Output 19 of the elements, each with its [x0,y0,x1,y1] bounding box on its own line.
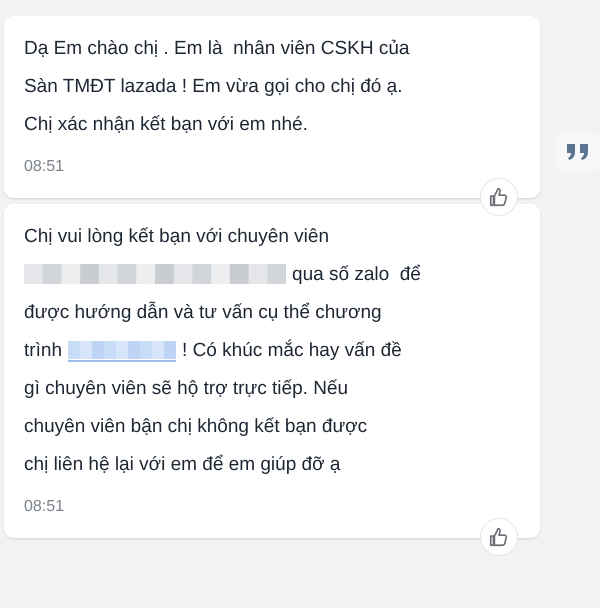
message-text: Chị vui lòng kết bạn với chuyên viên [24,225,330,249]
like-button[interactable] [480,518,518,556]
message-text: chuyên viên bận chị không kết bạn được [24,415,368,439]
message-text: ! Có khúc mắc hay vấn đề [182,338,402,363]
quote-button[interactable] [556,132,600,172]
message-text: được hướng dẫn và tư vấn cụ thể chương [24,300,382,325]
message-text: chị liên hệ lại với em để em giúp đỡ ạ [24,453,340,477]
message-text: Sàn TMĐT lazada ! Em vừa gọi cho chị đó ạ. [24,75,402,99]
like-button[interactable] [480,178,518,216]
quote-icon [566,143,590,161]
message-time: 08:51 [24,158,66,176]
message-text: Dạ Em chào chị . Em là nhân viên CSKH của [24,37,410,61]
thumbs-up-icon [488,526,510,548]
message-text: qua số zalo để [292,263,421,287]
message-text: Chị xác nhận kết bạn với em nhé. [24,113,308,137]
message-text: trình [24,339,62,363]
message-time: 08:51 [24,498,66,516]
message-text: gì chuyên viên sẽ hộ trợ trực tiếp. Nếu [24,377,348,401]
thumbs-up-icon [488,186,510,208]
